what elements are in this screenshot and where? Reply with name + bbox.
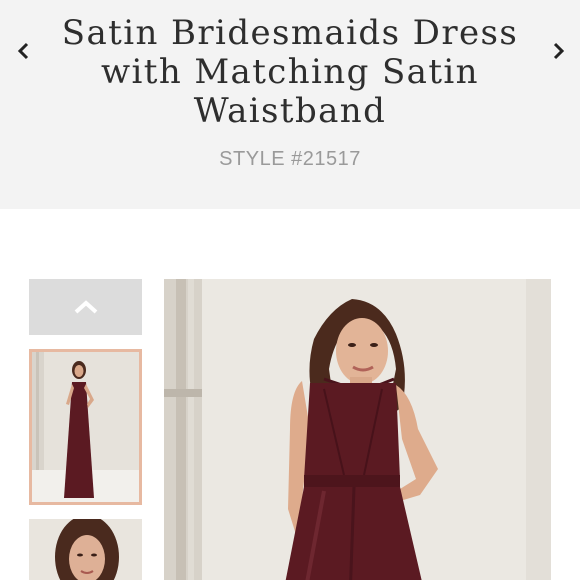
dress-photo: [164, 279, 551, 580]
style-number: STYLE #21517: [219, 148, 361, 170]
chevron-up-icon: [74, 300, 97, 314]
chevron-left-icon: [17, 42, 29, 60]
thumbnails-scroll-up-button[interactable]: [29, 279, 142, 335]
next-product-button[interactable]: [546, 36, 570, 66]
product-title: Satin Bridesmaids Dress with Matching Sa…: [61, 13, 519, 131]
thumbnail-full-length[interactable]: [29, 349, 142, 505]
thumbnail-portrait[interactable]: [29, 519, 142, 580]
chevron-right-icon: [553, 42, 565, 60]
portrait-thumbnail-image: [29, 519, 142, 580]
dress-thumbnail-image: [32, 352, 139, 502]
main-product-image: [164, 279, 551, 580]
previous-product-button[interactable]: [12, 36, 36, 66]
product-header: Satin Bridesmaids Dress with Matching Sa…: [0, 0, 580, 209]
